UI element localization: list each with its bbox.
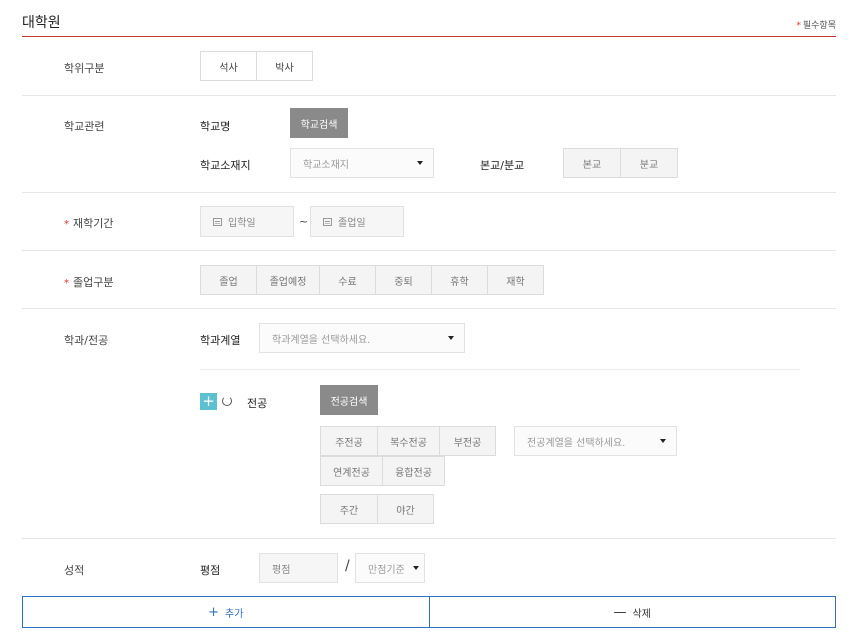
refresh-icon[interactable] [222,396,232,406]
major-type-toggle-row1: 주전공 복수전공 부전공 [320,426,496,456]
row-divider [22,250,836,251]
degree-row-label: 학위구분 [64,62,105,75]
action-bar: + 추가 — 삭제 [22,596,836,628]
delete-button-label: 삭제 [632,608,651,620]
required-note: * 필수항목 [796,18,836,31]
major-row-label: 학과/전공 [64,334,109,347]
major-label: 전공 [247,397,268,410]
graduation-option-enrolled[interactable]: 재학 [487,265,544,295]
major-type-double[interactable]: 복수전공 [377,426,440,456]
degree-option-master[interactable]: 석사 [200,51,257,81]
add-button-label: 추가 [225,608,244,620]
graduation-label-text: 졸업구분 [73,276,114,289]
major-category-select[interactable]: 전공계열을 선택하세요. [514,426,677,456]
school-location-select[interactable]: 학교소재지 [290,148,434,178]
end-date-input[interactable]: 졸업일 [310,206,404,237]
school-search-button[interactable]: 학교검색 [290,108,348,138]
period-separator: ~ [299,215,309,228]
gpa-label: 평점 [200,564,221,577]
major-category-value: 전공계열을 선택하세요. [527,437,626,449]
school-name-label: 학교명 [200,120,231,133]
major-type-minor[interactable]: 부전공 [439,426,496,456]
campus-label: 본교/분교 [480,159,525,172]
start-date-placeholder: 입학일 [228,218,256,229]
degree-option-doctor[interactable]: 박사 [256,51,313,81]
row-divider [22,308,836,309]
gpa-input[interactable]: 평점 [259,553,338,583]
plus-icon: + [202,392,215,410]
campus-option-main[interactable]: 본교 [563,148,621,178]
required-note-label: 필수항목 [802,21,836,31]
school-location-value: 학교소재지 [303,159,349,171]
start-date-input[interactable]: 입학일 [200,206,294,237]
sub-divider [200,369,800,370]
graduation-option-expected[interactable]: 졸업예정 [256,265,320,295]
max-score-select[interactable]: 만점기준 [355,553,425,583]
major-search-button[interactable]: 전공검색 [320,385,378,415]
school-row-label: 학교관련 [64,120,105,133]
title-divider [22,36,836,37]
max-score-value: 만점기준 [368,564,405,576]
minus-icon: — [613,604,627,620]
graduation-option-completed[interactable]: 수료 [319,265,376,295]
calendar-icon [323,217,332,226]
grade-row-label: 성적 [64,564,85,577]
campus-option-branch[interactable]: 분교 [620,148,678,178]
major-type-primary[interactable]: 주전공 [320,426,378,456]
graduation-option-dropout[interactable]: 중퇴 [375,265,432,295]
major-type-convergence[interactable]: 융합전공 [382,456,445,486]
delete-button[interactable]: — 삭제 [428,596,836,628]
row-divider [22,538,836,539]
row-divider [22,95,836,96]
major-type-toggle-row2: 연계전공 융합전공 [320,456,445,486]
time-toggle: 주간 야간 [320,494,434,524]
chevron-down-icon [660,439,666,443]
gpa-separator: / [345,558,350,574]
major-field-select[interactable]: 학과계열을 선택하세요. [259,323,465,353]
chevron-down-icon [417,161,423,165]
gpa-placeholder: 평점 [272,564,291,576]
period-row-label: * 재학기간 [64,215,113,231]
chevron-down-icon [413,566,419,570]
required-star-icon: * [64,219,69,230]
campus-toggle: 본교 분교 [563,148,678,178]
major-field-value: 학과계열을 선택하세요. [272,334,371,346]
time-option-day[interactable]: 주간 [320,494,378,524]
graduation-toggle: 졸업 졸업예정 수료 중퇴 휴학 재학 [200,265,544,295]
required-star-icon: * [64,278,69,289]
required-star-icon: * [796,21,801,31]
calendar-icon [213,217,222,226]
row-divider [22,192,836,193]
add-major-button[interactable]: + [200,393,217,410]
school-location-label: 학교소재지 [200,159,251,172]
major-type-linked[interactable]: 연계전공 [320,456,383,486]
graduation-option-leave[interactable]: 휴학 [431,265,488,295]
major-field-label: 학과계열 [200,334,241,347]
degree-toggle: 석사 박사 [200,51,313,81]
graduation-row-label: * 졸업구분 [64,274,113,290]
section-title: 대학원 [22,15,61,31]
graduation-option-graduated[interactable]: 졸업 [200,265,257,295]
chevron-down-icon [448,336,454,340]
end-date-placeholder: 졸업일 [338,218,366,229]
period-label-text: 재학기간 [73,217,114,230]
time-option-night[interactable]: 야간 [377,494,434,524]
plus-icon: + [208,604,219,620]
add-button[interactable]: + 추가 [22,596,429,628]
